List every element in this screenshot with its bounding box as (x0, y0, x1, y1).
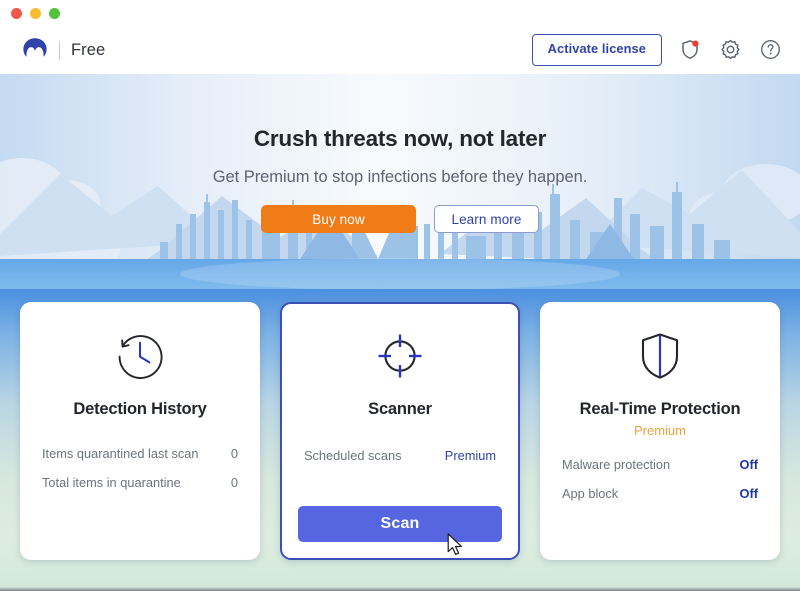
scanner-card[interactable]: Scanner Scheduled scans Premium Scan (280, 302, 520, 560)
stat-label: Scheduled scans (304, 448, 402, 463)
brand-divider (59, 40, 60, 60)
shield-notification-icon[interactable] (678, 38, 702, 62)
premium-promo-banner: Crush threats now, not later Get Premium… (0, 74, 800, 289)
card-title: Real-Time Protection (579, 400, 741, 418)
card-title: Detection History (73, 400, 207, 418)
real-time-protection-card[interactable]: Real-Time Protection Premium Malware pro… (540, 302, 780, 560)
hero-subtitle: Get Premium to stop infections before th… (212, 168, 588, 186)
card-rows: Items quarantined last scan 0 Total item… (42, 439, 238, 497)
window-titlebar (0, 0, 800, 26)
close-window-button[interactable] (11, 7, 22, 19)
stat-label: App block (562, 486, 619, 501)
crosshair-target-icon (373, 328, 427, 384)
stat-value: Off (739, 486, 758, 501)
stat-value: 0 (230, 446, 238, 461)
learn-more-button[interactable]: Learn more (434, 205, 539, 233)
stat-label: Total items in quarantine (42, 475, 181, 490)
stat-row: Total items in quarantine 0 (42, 468, 238, 497)
minimize-window-button[interactable] (30, 7, 41, 19)
hero-actions: Buy now Learn more (261, 205, 539, 233)
malwarebytes-logo-icon (22, 37, 48, 64)
traffic-lights (11, 7, 60, 19)
hero-title: Crush threats now, not later (253, 126, 547, 151)
gear-icon[interactable] (718, 38, 742, 62)
edition-label: Free (71, 40, 106, 59)
buy-now-button[interactable]: Buy now (261, 205, 416, 233)
card-rows: Scheduled scans Premium (304, 441, 496, 470)
brand: Free (22, 37, 105, 64)
stat-row: Scheduled scans Premium (304, 441, 496, 470)
premium-badge: Premium (633, 423, 686, 438)
clock-history-icon (113, 328, 167, 384)
scheduled-scans-premium-link[interactable]: Premium (445, 448, 496, 463)
stat-label: Items quarantined last scan (42, 446, 199, 461)
stat-row: App block Off (562, 479, 758, 508)
help-circle-icon[interactable] (758, 38, 782, 62)
stat-row: Malware protection Off (562, 450, 758, 479)
activate-license-button[interactable]: Activate license (531, 34, 662, 66)
stat-value: Off (739, 457, 758, 472)
header-actions: Activate license (531, 34, 782, 66)
app-header: Free Activate license (0, 26, 800, 74)
detection-history-card[interactable]: Detection History Items quarantined last… (20, 302, 260, 560)
card-rows: Malware protection Off App block Off (562, 450, 758, 508)
stat-value: 0 (230, 475, 238, 490)
stat-row: Items quarantined last scan 0 (42, 439, 238, 468)
maximize-window-button[interactable] (49, 7, 60, 19)
hero-content: Crush threats now, not later Get Premium… (0, 74, 800, 289)
dashboard-cards: Detection History Items quarantined last… (0, 289, 800, 591)
malwarebytes-app-window: Free Activate license Crush threats now,… (0, 0, 800, 591)
stat-label: Malware protection (562, 457, 671, 472)
shield-icon (633, 328, 687, 384)
card-title: Scanner (368, 400, 432, 418)
scan-button[interactable]: Scan (298, 506, 502, 542)
